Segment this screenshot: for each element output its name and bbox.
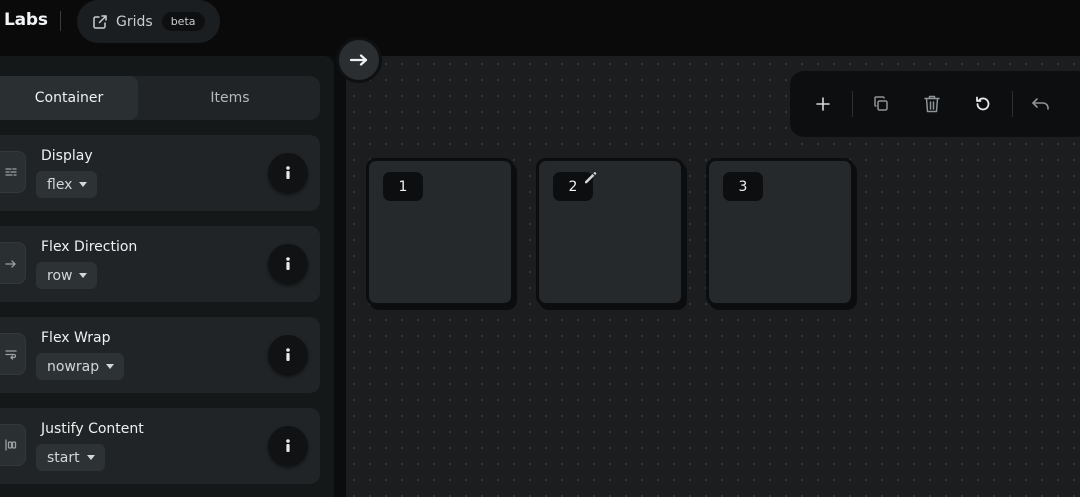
sidebar-toggle-button[interactable] [336,37,382,83]
duplicate-button[interactable] [867,90,895,118]
toolbar-divider [852,91,853,117]
property-title: Display [41,148,93,164]
flex-direction-select[interactable]: row [36,262,98,289]
arrow-right-icon [0,242,26,284]
grid-item-3[interactable]: 3 [706,158,854,306]
toolbar-divider [1012,91,1013,117]
select-value: nowrap [47,358,100,375]
beta-badge: beta [161,12,205,31]
add-item-button[interactable] [809,90,837,118]
duplicate-icon [874,96,888,111]
display-icon [0,151,26,193]
wrap-icon [0,333,26,375]
undo-icon [1032,98,1049,110]
justify-icon [0,424,26,466]
tab-bar: Container Items [0,76,320,120]
property-title: Flex Direction [41,239,138,255]
info-button[interactable] [268,426,308,466]
property-flex-wrap: Flex Wrap nowrap [0,317,320,393]
info-icon [286,257,290,270]
select-value: row [47,267,73,284]
info-button[interactable] [268,335,308,375]
reset-button[interactable] [969,90,997,118]
delete-icon [924,95,940,113]
grid-item-1[interactable]: 1 [366,158,514,306]
property-display: Display flex [0,135,320,211]
display-select[interactable]: flex [36,171,98,198]
canvas-toolbar [790,71,1080,137]
add-icon [816,97,830,111]
property-title: Flex Wrap [41,330,111,346]
caret-down-icon [86,455,95,460]
grids-label: Grids [116,13,153,30]
info-icon [286,166,290,179]
caret-down-icon [79,182,88,187]
info-button[interactable] [268,244,308,284]
caret-down-icon [106,364,115,369]
flex-wrap-select[interactable]: nowrap [36,353,125,380]
justify-content-select[interactable]: start [36,444,105,471]
info-button[interactable] [268,153,308,193]
property-justify-content: Justify Content start [0,408,320,484]
select-value: start [47,449,80,466]
brand-logo[interactable]: Labs [4,10,48,30]
item-number-badge: 3 [723,172,763,201]
pencil-icon[interactable] [579,167,601,189]
external-link-icon [92,14,108,30]
grid-item-2[interactable]: 2 [536,158,684,306]
sidebar: Container Items Display flex Flex Direct… [0,56,334,497]
caret-down-icon [79,273,88,278]
property-flex-direction: Flex Direction row [0,226,320,302]
info-icon [286,439,290,452]
tab-items[interactable]: Items [140,76,320,120]
select-value: flex [47,176,73,193]
divider [60,11,61,31]
property-title: Justify Content [41,421,144,437]
info-icon [286,348,290,361]
grids-nav-pill[interactable]: Grids beta [77,0,220,43]
delete-button[interactable] [918,90,946,118]
reset-icon [976,96,990,111]
undo-button[interactable] [1027,90,1055,118]
top-bar: Labs Grids beta [0,0,1080,56]
arrow-right-icon [349,54,368,66]
tab-container[interactable]: Container [0,76,138,120]
item-number-badge: 1 [383,172,423,201]
